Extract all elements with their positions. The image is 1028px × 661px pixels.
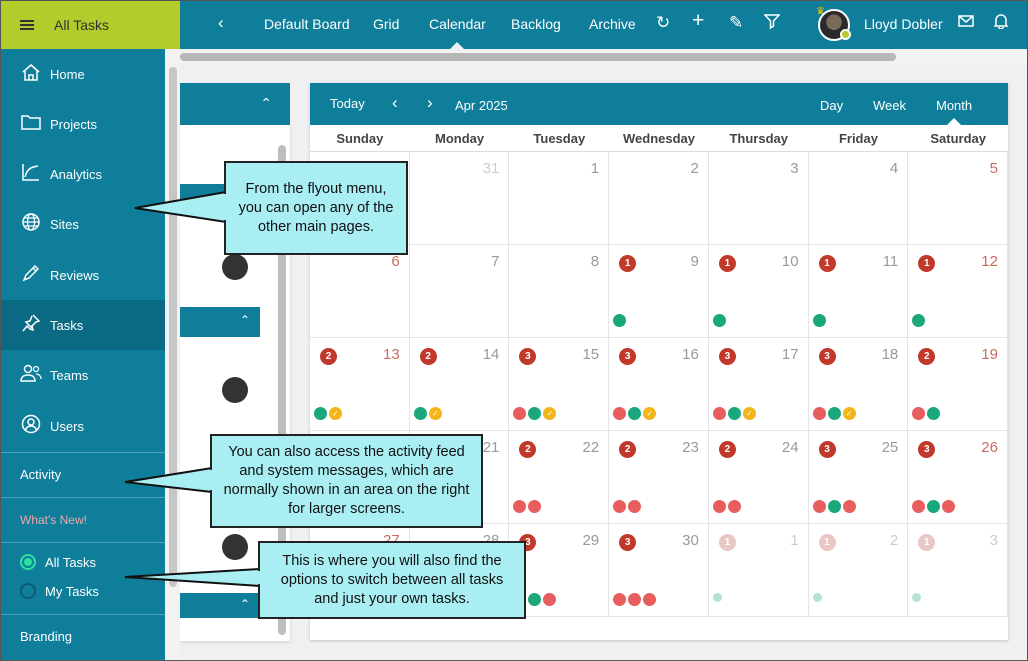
callout-text: From the flyout menu, you can open any o… — [238, 180, 394, 235]
pointer-join — [224, 194, 228, 220]
callout-pointer — [124, 567, 261, 588]
callout-text: This is where you will also find the opt… — [280, 552, 504, 607]
callout-pointer — [134, 190, 227, 224]
pointer-join — [210, 470, 214, 490]
callout-activity: You can also access the activity feed an… — [210, 434, 483, 528]
callout-pointer — [124, 466, 213, 494]
pointer-join — [258, 571, 262, 584]
callout-text: You can also access the activity feed an… — [223, 444, 470, 517]
callout-flyout: From the flyout menu, you can open any o… — [224, 161, 408, 255]
callout-tasks: This is where you will also find the opt… — [258, 541, 526, 619]
